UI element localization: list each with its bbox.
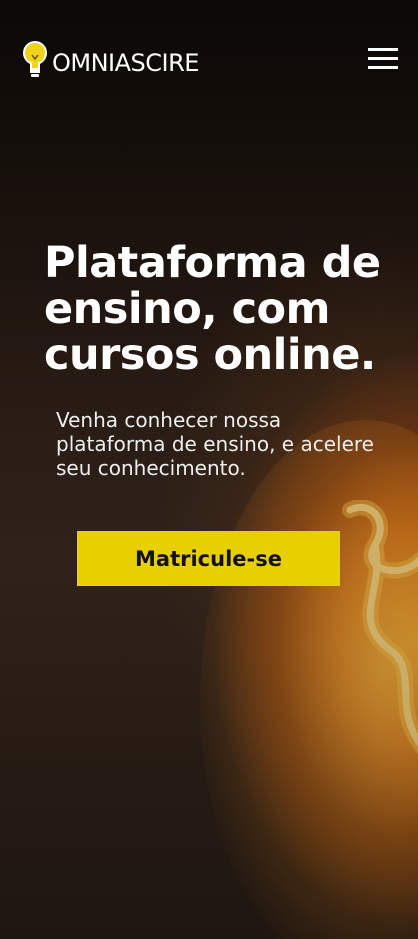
- lightbulb-icon: [23, 41, 47, 77]
- background-lightbulb-image: [200, 420, 418, 939]
- hero-section: OMNIASCIRE Plataforma de ensino, com cur…: [0, 0, 418, 939]
- hamburger-menu-icon[interactable]: [368, 48, 398, 72]
- lightbulb-filament-image: [342, 500, 418, 755]
- hero-headline: Plataforma de ensino, com cursos online.: [44, 238, 381, 380]
- hero-subtitle: Venha conhecer nossa plataforma de ensin…: [56, 408, 374, 480]
- menu-bar: [368, 48, 398, 51]
- site-header: OMNIASCIRE: [0, 0, 418, 120]
- brand-logo[interactable]: OMNIASCIRE: [22, 40, 199, 80]
- enroll-button[interactable]: Matricule-se: [77, 531, 340, 586]
- menu-bar: [368, 57, 398, 60]
- brand-name: OMNIASCIRE: [52, 49, 199, 77]
- menu-bar: [368, 66, 398, 69]
